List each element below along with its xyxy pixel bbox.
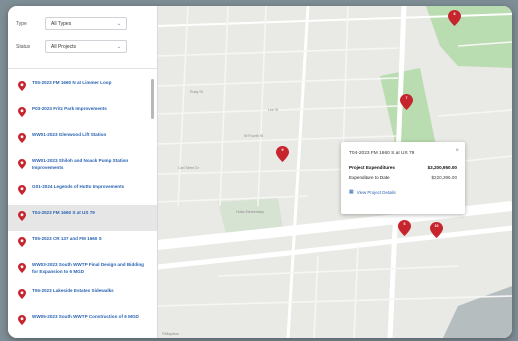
list-item[interactable]: WW05-2023 South WWTP Construction of 6 M… [8,309,157,335]
status-filter-row: Status All Projects ⌄ [16,39,149,54]
list-item-label: T05-2023 FM 1660 N at Limmer Loop [32,80,112,85]
status-filter-label: Status [16,43,31,50]
chevron-down-icon: ⌄ [116,20,121,27]
list-item-label: WW03-2023 South WWTP Final Design and Bi… [32,262,144,274]
type-filter-label: Type [16,20,27,27]
scrollbar[interactable] [151,79,154,119]
map-pin-icon [18,81,26,91]
list-item[interactable]: WW01-2023 Shiloh and Noack Pump Station … [8,153,157,179]
marker-number: 10 [434,224,439,228]
map-pin-icon [18,289,26,299]
list-item-label: WW01-2023 Shiloh and Noack Pump Station … [32,158,129,170]
map-marker[interactable]: 10 [430,222,443,238]
type-select[interactable]: All Types ⌄ [45,17,127,30]
project-popup: × T04-2023 FM 1660 S at US 79 Project Ex… [341,142,465,214]
project-list[interactable]: T05-2023 FM 1660 N at Limmer Loop P03-202… [8,75,157,338]
popup-row-value: $3,200,950.00 [427,165,457,170]
list-item-label: T04-2023 FM 1660 S at US 79 [32,210,95,215]
popup-row-to-date: Expenditure to Date $220,396.00 [349,175,457,180]
street-label: W Fourth St [244,134,264,138]
status-select-value: All Projects [51,43,77,50]
street-label: Hutto Elementary [236,210,264,214]
map[interactable]: Ruby St W Fourth St Lee St Carl Stern Dr… [158,6,512,338]
marker-number: 7 [405,96,408,100]
map-marker[interactable]: 7 [400,94,413,110]
app-window: Type All Types ⌄ Status All Projects ⌄ T… [8,6,512,338]
status-select[interactable]: All Projects ⌄ [45,40,127,53]
popup-row-expenditures: Project Expenditures $3,200,950.00 [349,165,457,170]
type-select-value: All Types [51,20,72,27]
map-marker-selected[interactable]: 6 [398,220,411,236]
list-item-label: WW01-2023 Glenwood Lift Station [32,132,107,137]
list-item[interactable]: G01-2024 Legends of Hutto Improvements [8,179,157,205]
map-pin-icon [18,263,26,273]
list-item-label: WW05-2023 South WWTP Construction of 6 M… [32,314,139,319]
divider [8,68,157,69]
list-item[interactable]: T05-2023 CR 137 and FM 1660 S [8,231,157,257]
list-item[interactable]: WW03-2023 South WWTP Final Design and Bi… [8,257,157,283]
list-item[interactable]: WW01-2023 Glenwood Lift Station [8,127,157,153]
street-label: Lee St [268,108,279,112]
map-pin-icon [18,211,26,221]
popup-row-value: $220,396.00 [431,175,457,180]
map-pin-icon [18,133,26,143]
map-pin-icon [18,107,26,117]
list-item-label: T06-2023 Lakeside Estates Sidewalks [32,288,114,293]
popup-row-key: Expenditure to Date [349,175,390,180]
type-filter-row: Type All Types ⌄ [16,16,149,31]
list-item[interactable]: T04-2023 FM 1660 S at US 79 [8,205,157,231]
chevron-down-icon: ⌄ [116,43,121,50]
link-label: View Project Details [356,189,396,195]
popup-title: T04-2023 FM 1660 S at US 79 [349,151,415,156]
list-item-label: T05-2023 CR 137 and FM 1660 S [32,236,102,241]
marker-number: 8 [453,12,456,16]
sidebar: Type All Types ⌄ Status All Projects ⌄ T… [8,6,158,338]
filters: Type All Types ⌄ Status All Projects ⌄ [8,6,157,54]
close-icon[interactable]: × [455,148,459,154]
map-marker[interactable]: 8 [448,10,461,26]
street-label: Ruby St [190,90,203,94]
list-item-label: P03-2023 Fritz Park Improvements [32,106,107,111]
list-item[interactable]: T06-2023 Lakeside Estates Sidewalks [8,283,157,309]
map-pin-icon [18,237,26,247]
grid-icon: ▦ [349,189,354,195]
map-attribution: ©Mapbox [162,331,180,336]
map-pin-icon [18,315,26,325]
list-item[interactable]: T05-2023 FM 1660 N at Limmer Loop [8,75,157,101]
list-item[interactable]: P03-2023 Fritz Park Improvements [8,101,157,127]
list-item-label: G01-2024 Legends of Hutto Improvements [32,184,125,189]
marker-number: 6 [403,222,406,226]
popup-row-key: Project Expenditures [349,165,395,170]
map-pin-icon [18,159,26,169]
map-pin-icon [18,185,26,195]
street-label: Carl Stern Dr [178,166,199,170]
view-project-details-link[interactable]: ▦ View Project Details [349,189,457,195]
map-marker[interactable]: 9 [276,146,289,162]
marker-number: 9 [281,148,284,152]
